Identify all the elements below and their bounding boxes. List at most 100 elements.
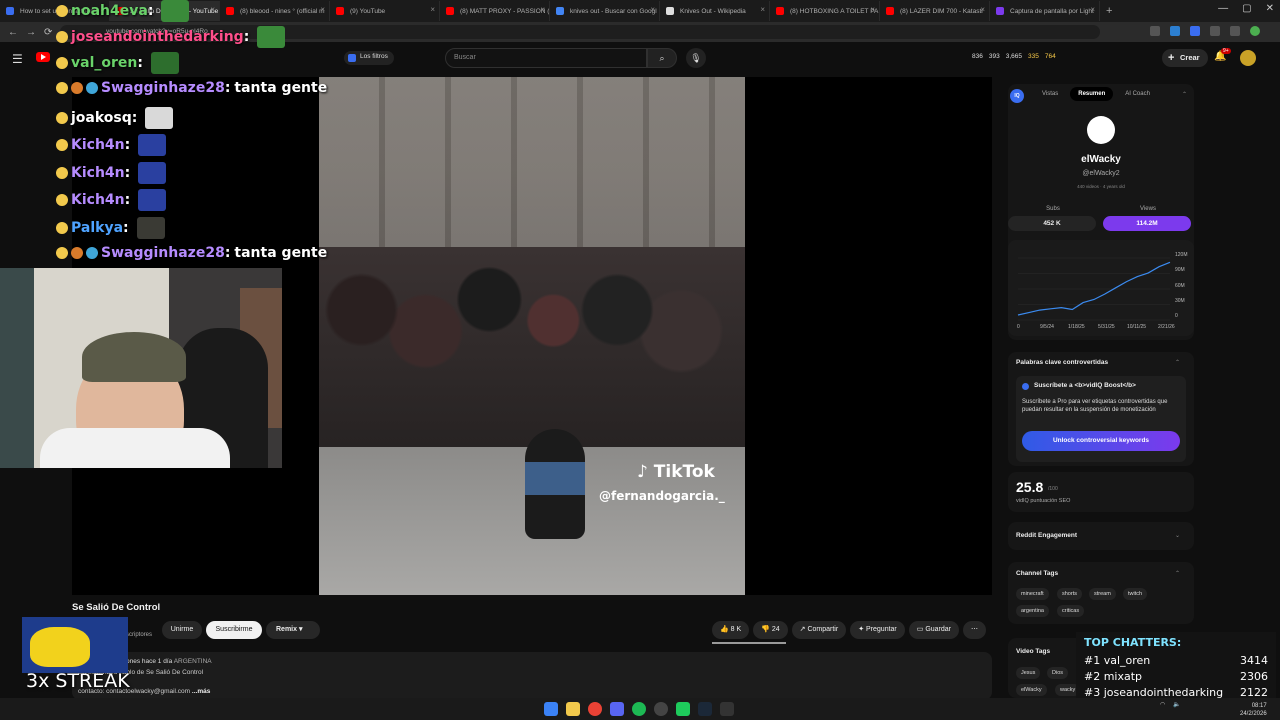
reload-icon[interactable]: ⟳	[44, 27, 52, 38]
extension-icon[interactable]	[1170, 26, 1180, 36]
start-icon[interactable]	[544, 702, 558, 716]
notification-badge: 9+	[1221, 48, 1231, 54]
chat-username[interactable]: val_oren	[71, 55, 137, 71]
chevron-up-icon[interactable]: ⌃	[1175, 359, 1180, 366]
browser-tab[interactable]: Knives Out - Wikipedia ×	[660, 1, 770, 21]
channel-tag[interactable]: criticas	[1057, 605, 1085, 617]
create-button[interactable]: Crear	[1162, 49, 1208, 67]
close-tab-icon[interactable]: ×	[320, 5, 325, 14]
dislike-button[interactable]: 👎 24	[753, 621, 788, 639]
filters-button[interactable]: Los filtros	[344, 51, 394, 65]
video-tag[interactable]: Jesus	[1016, 667, 1041, 679]
browser-tab[interactable]: Captura de pantalla por Light ×	[990, 1, 1100, 21]
browser-tab[interactable]: knives out - Buscar con Googl ×	[550, 1, 660, 21]
chat-emote	[257, 26, 286, 48]
views-value[interactable]: 114.2M	[1103, 216, 1191, 231]
stat-value: 393	[988, 53, 1000, 60]
share-button[interactable]: ↗ Compartir	[791, 621, 847, 639]
chat-username[interactable]: noah4eva	[71, 3, 148, 19]
chat-username[interactable]: joseandointhedarking	[71, 29, 244, 45]
chevron-up-icon[interactable]: ⌃	[1182, 91, 1187, 98]
extension-icon[interactable]	[1150, 26, 1160, 36]
profile-icon[interactable]	[1250, 26, 1260, 36]
subscribe-button[interactable]: Suscribirme	[206, 621, 262, 639]
chat-username[interactable]: Swagginhaze28	[101, 245, 225, 261]
menu-icon[interactable]: ☰	[12, 52, 23, 66]
close-tab-icon[interactable]: ×	[870, 5, 875, 14]
video-tag[interactable]: elWacky	[1016, 684, 1047, 696]
channel-tag[interactable]: stream	[1089, 588, 1116, 600]
browser-tab[interactable]: (8) bleood - nines ° (official m ×	[220, 1, 330, 21]
chevron-down-icon[interactable]: ⌄	[1175, 532, 1180, 539]
back-icon[interactable]: ←	[8, 27, 18, 38]
y-tick-label: 90M	[1175, 267, 1185, 273]
chat-username[interactable]: Kich4n	[71, 165, 125, 181]
microphone-icon[interactable]: 🎙	[686, 48, 706, 68]
join-button[interactable]: Unirme	[162, 621, 202, 639]
discord-icon[interactable]	[610, 702, 624, 716]
close-tab-icon[interactable]: ×	[540, 5, 545, 14]
promo-description: Suscríbete a Pro para ver etiquetas cont…	[1022, 399, 1168, 413]
extension-icon[interactable]	[1210, 26, 1220, 36]
channel-tag[interactable]: argentina	[1016, 605, 1049, 617]
volume-icon[interactable]: 🔈	[1173, 701, 1180, 708]
channel-tag[interactable]: twitch	[1123, 588, 1148, 600]
tab-resumen[interactable]: Resumen	[1070, 87, 1114, 101]
close-tab-icon[interactable]: ×	[760, 5, 765, 14]
chat-username[interactable]: Swagginhaze28	[101, 80, 225, 96]
close-tab-icon[interactable]: ×	[210, 5, 215, 14]
remix-button[interactable]: Remix ▾	[266, 621, 320, 639]
chat-separator: :	[147, 3, 154, 19]
chat-username[interactable]: Palkya	[71, 220, 123, 236]
close-window-icon[interactable]: ✕	[1266, 3, 1274, 14]
close-tab-icon[interactable]: ×	[650, 5, 655, 14]
app-icon[interactable]	[720, 702, 734, 716]
video-frame[interactable]: ♪ TikTok @fernandogarcia._	[319, 77, 745, 595]
search-icon[interactable]: ⌕	[647, 48, 677, 68]
unlock-keywords-button[interactable]: Unlock controversial keywords	[1022, 431, 1180, 451]
video-tag[interactable]: Dios	[1047, 667, 1069, 679]
chrome-icon[interactable]	[588, 702, 602, 716]
maximize-icon[interactable]: ▢	[1242, 3, 1251, 14]
search-input[interactable]: Buscar	[445, 48, 647, 68]
ask-button[interactable]: ✦ Preguntar	[850, 621, 905, 639]
file-explorer-icon[interactable]	[566, 702, 580, 716]
tab-ai-coach[interactable]: AI Coach	[1117, 87, 1158, 101]
chat-username[interactable]: Kich4n	[71, 137, 125, 153]
save-button[interactable]: ▭ Guardar	[908, 621, 960, 639]
browser-tab[interactable]: (8) MATT PROXY - PASSION (×	[440, 1, 550, 21]
browser-tab[interactable]: (8) LAZER DIM 700 - Katastr ×	[880, 1, 990, 21]
close-tab-icon[interactable]: ×	[980, 5, 985, 14]
obs-icon[interactable]	[654, 702, 668, 716]
channel-tag[interactable]: minecraft	[1016, 588, 1049, 600]
taskbar-clock[interactable]: 08:17 24/2/2026	[1240, 702, 1267, 718]
wifi-icon[interactable]: ◠	[1160, 701, 1165, 708]
close-tab-icon[interactable]: ×	[1090, 5, 1095, 14]
forward-icon[interactable]: →	[26, 27, 36, 38]
channel-tag[interactable]: shorts	[1057, 588, 1082, 600]
vidiq-logo[interactable]: IQ	[1010, 89, 1024, 103]
chat-username[interactable]: joakosq	[71, 110, 132, 126]
chevron-up-icon[interactable]: ⌃	[1175, 570, 1180, 577]
youtube-logo[interactable]	[36, 52, 50, 62]
account-avatar[interactable]	[1240, 50, 1256, 66]
app-icon[interactable]	[676, 702, 690, 716]
browser-tab[interactable]: (9) YouTube ×	[330, 1, 440, 21]
subs-value[interactable]: 452 K	[1008, 216, 1096, 231]
streamer-shirt	[40, 428, 230, 468]
steam-icon[interactable]	[698, 702, 712, 716]
tab-favicon-icon	[556, 7, 564, 15]
tab-vistas[interactable]: Vistas	[1034, 87, 1066, 101]
extension-icon[interactable]	[1190, 26, 1200, 36]
browser-tab[interactable]: (8) HOTBOXING A TOILET PA ×	[770, 1, 880, 21]
more-actions-button[interactable]: ⋯	[963, 621, 987, 639]
chat-username[interactable]: Kich4n	[71, 192, 125, 208]
close-tab-icon[interactable]: ×	[430, 5, 435, 14]
y-tick-label: 60M	[1175, 283, 1185, 289]
new-tab-button[interactable]: +	[1100, 5, 1112, 17]
spotify-icon[interactable]	[632, 702, 646, 716]
like-button[interactable]: 👍 8 K	[712, 621, 750, 639]
minimize-icon[interactable]: —	[1218, 3, 1228, 14]
show-more-link[interactable]: ...más	[192, 688, 210, 695]
extension-icon[interactable]	[1230, 26, 1240, 36]
